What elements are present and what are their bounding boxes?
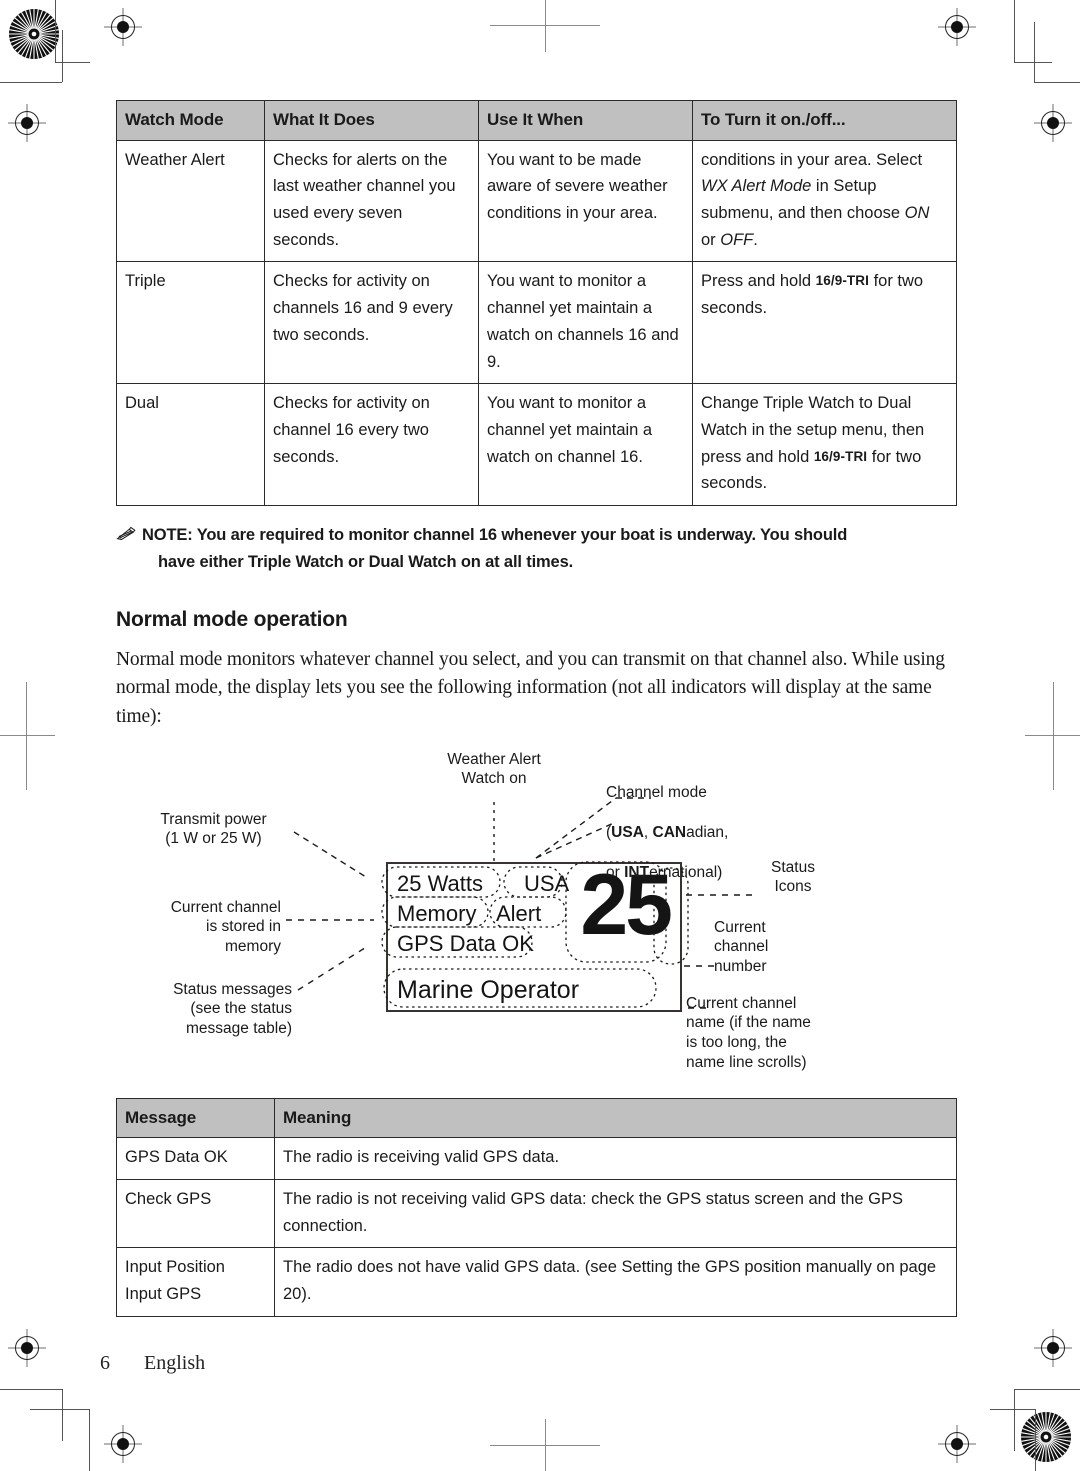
status-message-table: Message Meaning GPS Data OK The radio is… — [116, 1097, 957, 1317]
callout-transmit-power: Transmit power (1 W or 25 W) — [160, 810, 267, 848]
cell-meaning: The radio is receiving valid GPS data. — [274, 1137, 957, 1180]
key-label-16-9-tri: 16/9-TRI — [815, 273, 869, 289]
corner-crop-mark-top-left — [0, 0, 90, 90]
crosshair-target-bottom-left — [104, 1425, 142, 1463]
crop-mark-bottom-center-v — [545, 1419, 546, 1471]
callout-status-messages: Status messages (see the status message … — [173, 980, 292, 1038]
cell-when: You want to be made aware of severe weat… — [478, 139, 693, 263]
table-row: Dual Checks for activity on channel 16 e… — [116, 383, 957, 507]
callout-status-icons: Status Icons — [771, 858, 815, 896]
pencil-icon — [116, 526, 136, 541]
callout-weather-alert-watch-on: Weather Alert Watch on — [447, 750, 541, 788]
crosshair-target-top-right — [938, 8, 976, 46]
footer-language: English — [144, 1352, 206, 1374]
crop-mark-left-center-h — [0, 735, 55, 736]
cell-message: Input Position Input GPS — [116, 1247, 275, 1317]
page-content: Watch Mode What It Does Use It When To T… — [116, 100, 957, 1317]
how-italic-wx-alert-mode: WX Alert Mode — [701, 177, 812, 196]
cell-when: You want to monitor a channel yet mainta… — [478, 261, 693, 385]
text-adian: adian, — [686, 824, 729, 842]
note-line-2: have either Triple Watch or Dual Watch o… — [158, 552, 574, 571]
cell-how: Change Triple Watch to Dual Watch in the… — [692, 383, 957, 507]
comma-1: , — [643, 824, 653, 842]
callout-channel-mode-line2: (USA, CANadian, — [606, 823, 806, 843]
crop-mark-top-center-v — [545, 0, 546, 52]
watch-mode-table: Watch Mode What It Does Use It When To T… — [116, 100, 957, 507]
table-row: Check GPS The radio is not receiving val… — [116, 1178, 957, 1249]
cell-how: Press and hold 16/9-TRI for two seconds. — [692, 261, 957, 385]
cell-what: Checks for activity on channels 16 and 9… — [264, 261, 479, 385]
note-line-1: NOTE: You are required to monitor channe… — [142, 526, 848, 545]
cell-when: You want to monitor a channel yet mainta… — [478, 383, 693, 507]
crop-mark-right-center-v — [1053, 682, 1054, 790]
column-header-watch-mode: Watch Mode — [116, 100, 265, 141]
cell-mode: Triple — [116, 261, 265, 385]
section-heading-normal-mode-operation: Normal mode operation — [116, 607, 348, 631]
crosshair-target-left-lower — [8, 1329, 46, 1367]
table-row: Weather Alert Checks for alerts on the l… — [116, 139, 957, 263]
crosshair-target-right-upper — [1034, 104, 1072, 142]
crosshair-target-bottom-right — [938, 1425, 976, 1463]
key-label-16-9-tri: 16/9-TRI — [813, 448, 868, 464]
lcd-display-diagram: 25 Watts USA Memory Alert GPS Data OK 25… — [116, 750, 956, 1090]
table-row: Input Position Input GPS The radio does … — [116, 1247, 957, 1317]
cell-meaning: The radio does not have valid GPS data. … — [274, 1247, 957, 1317]
crop-mark-left-center-v — [26, 682, 27, 790]
text-ernational: ernational) — [649, 863, 723, 881]
callout-current-channel-number: Current channel number — [714, 918, 769, 976]
cell-message: GPS Data OK — [116, 1137, 275, 1180]
callout-channel-mode-line1: Channel mode — [606, 784, 707, 802]
text-or: or — [606, 863, 625, 881]
table-header-row: Message Meaning — [116, 1097, 957, 1139]
how-text-end: . — [753, 230, 758, 249]
table-row: GPS Data OK The radio is receiving valid… — [116, 1137, 957, 1180]
footer-page-number: 6 — [100, 1352, 110, 1374]
bold-usa: USA — [611, 824, 644, 842]
column-header-what-it-does: What It Does — [264, 100, 479, 141]
how-italic-on: ON — [904, 203, 930, 222]
crosshair-target-left-upper — [8, 104, 46, 142]
table-header-row: Watch Mode What It Does Use It When To T… — [116, 100, 957, 141]
corner-crop-mark-top-right — [990, 0, 1080, 90]
cell-meaning: The radio is not receiving valid GPS dat… — [274, 1178, 957, 1249]
note-block: NOTE: You are required to monitor channe… — [116, 522, 956, 575]
how-text-or: or — [701, 230, 721, 249]
corner-crop-mark-bottom-left — [0, 1381, 90, 1471]
callout-current-channel-memory: Current channel is stored in memory — [170, 898, 281, 956]
corner-crop-mark-bottom-right — [990, 1381, 1080, 1471]
cell-mode: Weather Alert — [116, 139, 265, 263]
cell-how: conditions in your area. Select WX Alert… — [692, 139, 957, 263]
cell-mode: Dual — [116, 383, 265, 507]
cell-what: Checks for alerts on the last weather ch… — [264, 139, 479, 263]
table-row: Triple Checks for activity on channels 1… — [116, 261, 957, 385]
cell-message: Check GPS — [116, 1178, 275, 1249]
bold-can: CAN — [652, 824, 687, 842]
crosshair-target-top-left — [104, 8, 142, 46]
how-text-pre: Press and hold — [701, 272, 816, 291]
cell-what: Checks for activity on channel 16 every … — [264, 383, 479, 507]
column-header-to-turn-it-on-off: To Turn it on./off... — [692, 100, 957, 141]
column-header-use-it-when: Use It When — [478, 100, 693, 141]
callout-current-channel-name: Current channel name (if the name is too… — [686, 994, 811, 1072]
column-header-message: Message — [116, 1097, 275, 1139]
bold-int: INT — [624, 863, 650, 881]
how-text-pre: conditions in your area. Select — [701, 150, 923, 169]
crosshair-target-right-lower — [1034, 1329, 1072, 1367]
page-footer: 6 English — [100, 1352, 205, 1375]
section-paragraph: Normal mode monitors whatever channel yo… — [116, 648, 945, 727]
how-italic-off: OFF — [720, 230, 754, 249]
column-header-meaning: Meaning — [274, 1097, 957, 1139]
